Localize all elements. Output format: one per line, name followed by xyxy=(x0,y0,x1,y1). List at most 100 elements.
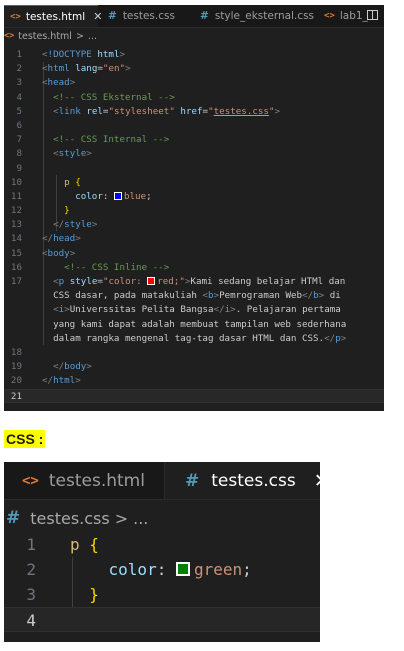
line-number: 3 xyxy=(26,585,36,604)
color-swatch-icon[interactable] xyxy=(147,277,156,285)
code-line[interactable]: 17 <p style="color: red;">Kami sedang be… xyxy=(4,275,384,289)
tab-testes-html[interactable]: <> testes.html ✕ xyxy=(4,5,102,27)
code-token: style xyxy=(64,219,92,231)
breadcrumb-separator: > xyxy=(75,30,84,42)
code-token: style xyxy=(58,148,87,160)
line-number: 13 xyxy=(10,219,22,231)
code-line[interactable]: 1 <!DOCTYPE html> xyxy=(4,48,384,62)
code-line[interactable]: 3 } xyxy=(4,582,320,607)
code-line[interactable]: 2 color: green; xyxy=(4,557,320,582)
line-number: 17 xyxy=(10,276,22,287)
code-line[interactable]: 15 <body> xyxy=(4,247,384,261)
code-line[interactable]: 2 <html lang="en"> xyxy=(4,62,384,76)
code-token: > xyxy=(75,233,81,245)
code-token: </ xyxy=(213,304,225,316)
code-token: "stylesheet" xyxy=(108,105,175,117)
tab-lab1[interactable]: <> lab1_ xyxy=(324,5,368,27)
split-editor-icon[interactable] xyxy=(367,10,378,20)
tab-label: style_eksternal.css xyxy=(214,10,315,22)
html-file-icon: <> xyxy=(22,472,39,489)
code-token: </ xyxy=(302,290,314,302)
code-token: . Pelajaran pertama xyxy=(235,304,341,316)
color-swatch-icon[interactable] xyxy=(113,191,122,200)
tab-testes-css[interactable]: # testes.css xyxy=(108,5,175,27)
code-text: <!DOCTYPE html> xyxy=(42,48,125,62)
code-token: </ xyxy=(42,233,54,245)
html-editor-window: <> testes.html ✕ # testes.css # style_ek… xyxy=(4,5,384,411)
code-line[interactable]: 12 } xyxy=(4,204,384,218)
close-icon[interactable]: ✕ xyxy=(93,10,102,23)
code-token: > xyxy=(119,49,126,60)
code-token: <!-- CSS Internal --> xyxy=(53,134,170,146)
code-token: > xyxy=(69,247,76,259)
tab-testes-html[interactable]: <> testes.html xyxy=(22,462,145,499)
breadcrumb: <> testes.html > ... xyxy=(4,28,97,44)
code-text: <!-- CSS Inline --> xyxy=(42,261,169,275)
code-line[interactable]: 20 </html> xyxy=(4,374,384,388)
code-line[interactable]: 18 xyxy=(4,346,384,360)
css-editor-window: <> testes.html # testes.css ✕ # testes.c… xyxy=(4,462,320,642)
tab-style-eksternal-css[interactable]: # style_eksternal.css xyxy=(200,5,314,27)
code-line[interactable]: 21 xyxy=(4,388,384,403)
code-token: dalam rangka mengenal tag-tag dasar HTML… xyxy=(42,332,325,344)
breadcrumb-file[interactable]: testes.html xyxy=(18,31,72,42)
line-number: 20 xyxy=(10,375,22,387)
code-line[interactable]: 7 <!-- CSS Internal --> xyxy=(4,133,384,147)
code-line[interactable]: 3 <head> xyxy=(4,76,384,90)
line-number: 1 xyxy=(26,535,36,554)
code-line[interactable]: 19 </body> xyxy=(4,360,384,374)
code-text: <head> xyxy=(42,76,75,90)
html-code-area[interactable]: 1 <!DOCTYPE html> 2 <html lang="en"> 3 <head>… xyxy=(4,48,384,403)
code-line[interactable]: 10 p { xyxy=(4,176,384,190)
line-number: 1 xyxy=(16,49,22,60)
code-line[interactable]: 8 <style> xyxy=(4,147,384,161)
code-line[interactable]: 13 </style> xyxy=(4,218,384,232)
line-number: 2 xyxy=(16,63,22,75)
code-token: color xyxy=(108,560,157,579)
code-line[interactable]: <i>Universsitas Pelita Bangsa</i>. Pelaj… xyxy=(4,303,384,317)
code-line[interactable]: CSS dasar, pada matakuliah <b>Pemrograma… xyxy=(4,289,384,303)
code-line[interactable]: 1 p { xyxy=(4,532,320,557)
code-token: lang xyxy=(75,63,98,75)
color-swatch-icon[interactable] xyxy=(175,562,190,576)
html-file-icon: <> xyxy=(4,31,15,41)
close-icon[interactable]: ✕ xyxy=(314,470,320,492)
line-number: 4 xyxy=(26,611,36,630)
code-token: : xyxy=(102,190,114,202)
code-text: <link rel="stylesheet" href="testes.css"… xyxy=(42,105,280,119)
code-line[interactable]: 14 </head> xyxy=(4,232,384,246)
code-line[interactable]: 4 xyxy=(4,607,320,632)
breadcrumb-rest[interactable]: ... xyxy=(88,31,97,42)
tab-testes-css[interactable]: # testes.css ✕ xyxy=(164,462,320,499)
code-token: yang kami dapat adalah membuat tampilan … xyxy=(42,318,347,330)
code-line[interactable]: 6 xyxy=(4,119,384,133)
code-token: di xyxy=(324,290,341,302)
editor-tab-bar: <> testes.html ✕ # testes.css # style_ek… xyxy=(4,5,384,28)
code-line[interactable]: 16 <!-- CSS Inline --> xyxy=(4,261,384,275)
code-line[interactable]: 9 xyxy=(4,162,384,176)
code-line[interactable]: dalam rangka mengenal tag-tag dasar HTML… xyxy=(4,332,384,346)
code-token: html xyxy=(47,63,70,75)
line-number: 8 xyxy=(16,148,22,160)
css-code-area[interactable]: 1p {2 color: green; 3 } 4 xyxy=(4,532,320,632)
css-file-icon: # xyxy=(6,508,21,528)
breadcrumb-file[interactable]: testes.css xyxy=(30,509,109,528)
tab-label: testes.css xyxy=(211,470,296,491)
code-line[interactable]: 11 color: blue; xyxy=(4,190,384,204)
code-line[interactable]: yang kami dapat adalah membuat tampilan … xyxy=(4,318,384,332)
code-token: color xyxy=(75,190,103,202)
line-number: 10 xyxy=(10,176,22,188)
code-token: body xyxy=(47,247,70,259)
breadcrumb-separator: > xyxy=(114,508,129,528)
code-token: <!-- CSS Eksternal --> xyxy=(53,91,175,103)
code-text: <!-- CSS Internal --> xyxy=(42,133,169,147)
code-line[interactable]: 5 <link rel="stylesheet" href="testes.cs… xyxy=(4,105,384,119)
code-line[interactable]: 4 <!-- CSS Eksternal --> xyxy=(4,91,384,105)
breadcrumb-rest[interactable]: ... xyxy=(133,509,148,528)
code-token: blue xyxy=(123,190,147,202)
tab-label: lab1_ xyxy=(339,10,368,22)
